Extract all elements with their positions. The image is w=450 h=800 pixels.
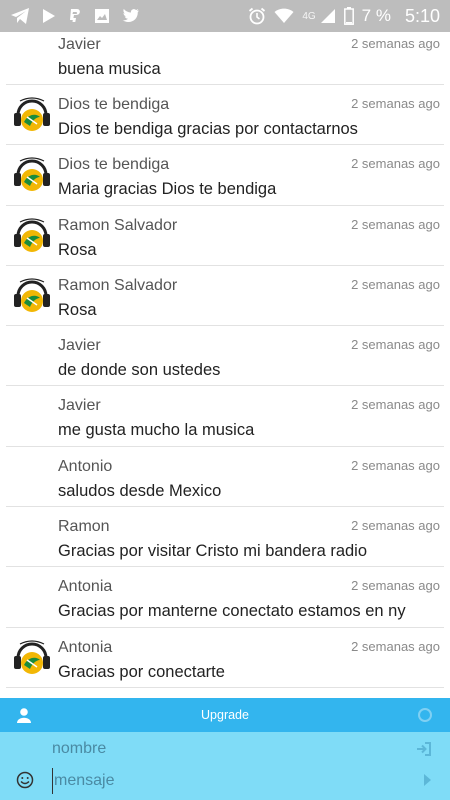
message-text: buena musica (58, 60, 161, 78)
list-item[interactable]: Javier 2 semanas ago de donde son ustedes (6, 326, 444, 387)
message-time: 2 semanas ago (351, 397, 440, 413)
wifi-icon (274, 8, 294, 24)
avatar (10, 93, 54, 137)
avatar (10, 635, 54, 680)
status-ring-icon[interactable] (418, 708, 432, 722)
message-author: Dios te bendiga (58, 156, 170, 174)
list-item[interactable]: Dios te bendiga 2 semanas ago Maria gracia… (6, 145, 444, 206)
list-item[interactable]: Ramon 2 semanas ago Gracias por visitar Cr… (6, 507, 444, 568)
image-icon (94, 8, 110, 24)
paypal-icon (68, 8, 82, 24)
battery-icon (343, 7, 354, 25)
message-author: Ramon Salvador (58, 276, 178, 294)
message-time: 2 semanas ago (351, 156, 440, 172)
emoji-icon[interactable] (16, 771, 34, 789)
message-author: Ramon (58, 518, 110, 536)
alarm-icon (248, 7, 266, 25)
chat-toolbar: Upgrade (0, 698, 450, 732)
list-item[interactable]: Ramon Salvador 2 semanas ago Rosa (6, 206, 444, 266)
avatar (10, 213, 54, 258)
list-item[interactable]: Antonio 2 semanas ago saludos desde Mexico (6, 447, 444, 508)
name-input[interactable] (52, 736, 392, 762)
signal-icon (320, 8, 336, 24)
message-author: Dios te bendiga (58, 96, 170, 113)
message-author: Ramon Salvador (58, 216, 178, 234)
message-author: Antonio (58, 457, 113, 475)
notification-icons (10, 7, 140, 25)
avatar (10, 273, 54, 318)
message-time: 2 semanas ago (351, 578, 440, 594)
message-author: Antonia (58, 578, 113, 596)
list-item[interactable]: Antonia 2 semanas ago Gracias por manterne… (6, 567, 444, 628)
avatar (10, 153, 54, 198)
upgrade-link[interactable]: Upgrade (0, 708, 450, 722)
message-input[interactable] (52, 768, 392, 794)
send-icon[interactable] (422, 773, 432, 787)
list-item[interactable]: Ramon Salvador 2 semanas ago Rosa (6, 266, 444, 327)
telegram-icon (10, 7, 30, 25)
message-time: 2 semanas ago (351, 36, 440, 51)
play-icon (42, 8, 56, 24)
message-time: 2 semanas ago (351, 96, 440, 111)
system-indicators: 4G 7 % 5:10 (248, 6, 440, 27)
list-item[interactable]: Javier 2 semanas ago buena musica (6, 32, 444, 85)
message-time: 2 semanas ago (351, 337, 440, 353)
message-time: 2 semanas ago (351, 216, 440, 232)
compose-area (0, 732, 450, 800)
message-text: Gracias por conectarte (58, 662, 225, 681)
status-bar: 4G 7 % 5:10 (0, 0, 450, 32)
message-text: Gracias por manterne conectato estamos e… (58, 602, 406, 621)
list-item[interactable]: Antonia 2 semanas ago Gracias por conectar… (6, 628, 444, 688)
clock: 5:10 (404, 5, 440, 26)
chat-message-list[interactable]: Javier 2 semanas ago buena musica Dios te … (0, 32, 450, 698)
message-text: Rosa (58, 240, 97, 259)
message-author: Antonia (58, 638, 113, 656)
message-text: me gusta mucho la musica (58, 421, 255, 440)
message-author: Javier (58, 397, 101, 415)
list-item[interactable]: Dios te bendiga 2 semanas ago Dios te bend… (6, 85, 444, 146)
message-text: saludos desde Mexico (58, 481, 222, 500)
network-type: 4G (302, 10, 316, 22)
message-time: 2 semanas ago (351, 457, 440, 473)
battery-percent: 7 % (361, 6, 391, 25)
message-author: Javier (58, 337, 101, 355)
message-text: Gracias por visitar Cristo mi bandera ra… (58, 542, 368, 561)
message-author: Javier (58, 36, 101, 53)
message-text: Maria gracias Dios te bendiga (58, 180, 277, 199)
message-time: 2 semanas ago (351, 276, 440, 292)
message-text: de donde son ustedes (58, 361, 221, 380)
message-time: 2 semanas ago (351, 518, 440, 534)
list-item[interactable]: Javier 2 semanas ago me gusta mucho la mus… (6, 386, 444, 447)
login-icon[interactable] (416, 741, 432, 757)
twitter-icon (122, 8, 140, 24)
message-text: Dios te bendiga gracias por contactarnos (58, 120, 358, 138)
message-time: 2 semanas ago (351, 638, 440, 654)
message-text: Rosa (58, 300, 97, 319)
